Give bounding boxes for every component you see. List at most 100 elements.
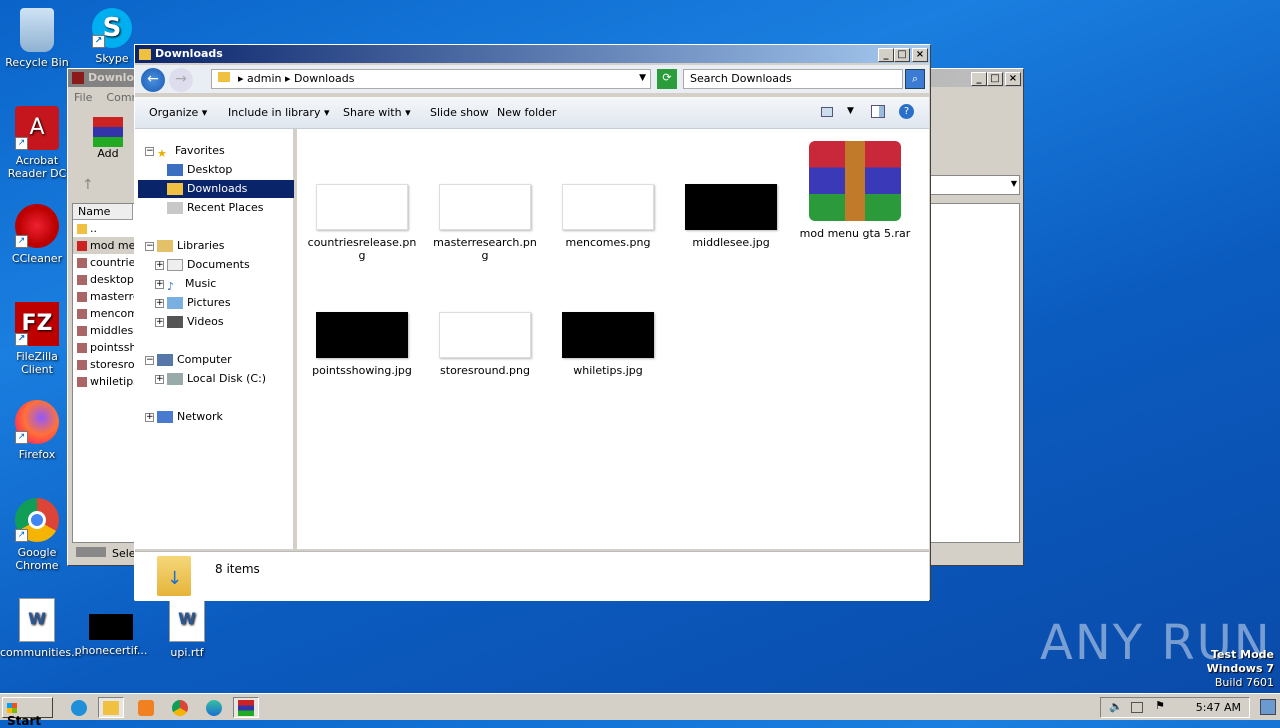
background-path-dropdown[interactable]: ▼: [930, 175, 1020, 195]
word-doc-icon[interactable]: W communities...: [0, 598, 82, 659]
help-icon[interactable]: ?: [899, 104, 914, 119]
recent-places-icon: [167, 202, 183, 214]
table-row[interactable]: countrie: [73, 254, 137, 271]
network-expand[interactable]: +: [145, 413, 154, 422]
file-item[interactable]: mencomes.png: [553, 184, 663, 249]
explorer-titlebar[interactable]: Downloads _ □ ×: [135, 45, 930, 63]
file-item[interactable]: pointsshowing.jpg: [307, 312, 417, 377]
table-row[interactable]: ..: [73, 220, 137, 237]
videos-expand[interactable]: +: [155, 318, 164, 327]
address-dropdown-icon[interactable]: ▼: [639, 73, 646, 83]
volume-icon[interactable]: 🔈: [1109, 700, 1123, 713]
close-button[interactable]: ×: [1005, 72, 1021, 86]
music-expand[interactable]: +: [155, 280, 164, 289]
up-arrow-icon[interactable]: ↑: [82, 177, 94, 193]
nav-network[interactable]: Network: [157, 408, 223, 426]
forward-button[interactable]: →: [169, 68, 193, 92]
file-item[interactable]: whiletips.jpg: [553, 312, 663, 377]
view-options-icon[interactable]: [821, 107, 833, 117]
taskbar-explorer-icon[interactable]: [98, 697, 124, 718]
show-desktop-button[interactable]: [1260, 699, 1276, 715]
file-item[interactable]: middlesee.jpg: [676, 184, 786, 249]
nav-favorites[interactable]: ★ Favorites: [157, 142, 225, 160]
chrome-label: Google Chrome: [15, 546, 59, 572]
favorites-collapse[interactable]: −: [145, 147, 154, 156]
nav-desktop[interactable]: Desktop: [167, 161, 232, 179]
menu-file[interactable]: File: [74, 91, 92, 104]
file-item[interactable]: masterresearch.png: [430, 184, 540, 262]
nav-documents[interactable]: Documents: [167, 256, 250, 274]
filezilla-icon[interactable]: FZ ↗ FileZilla Client: [0, 302, 74, 376]
pictures-expand[interactable]: +: [155, 299, 164, 308]
nav-local-disk[interactable]: Local Disk (C:): [167, 370, 266, 388]
nav-recent-places[interactable]: Recent Places: [167, 199, 264, 217]
search-icon[interactable]: ⌕: [905, 69, 925, 89]
rtf-file-icon[interactable]: W upi.rtf: [150, 598, 224, 659]
refresh-button[interactable]: ⟳: [657, 69, 677, 89]
taskbar-ie-icon[interactable]: [66, 697, 92, 718]
recycle-bin-label: Recycle Bin: [5, 56, 69, 69]
file-item[interactable]: mod menu gta 5.rar: [799, 141, 911, 240]
breadcrumb-admin[interactable]: admin: [247, 72, 281, 85]
chrome-icon[interactable]: ↗ Google Chrome: [0, 498, 74, 572]
ccleaner-icon[interactable]: ↗ CCleaner: [0, 204, 74, 265]
firefox-icon[interactable]: ↗ Firefox: [0, 400, 74, 461]
include-in-library-button[interactable]: Include in library ▾: [228, 106, 329, 119]
table-row[interactable]: mod men: [73, 237, 137, 254]
nav-pictures[interactable]: Pictures: [167, 294, 231, 312]
taskbar-winrar-icon[interactable]: [233, 697, 259, 718]
libraries-collapse[interactable]: −: [145, 242, 154, 251]
table-row[interactable]: middlese: [73, 322, 137, 339]
table-row[interactable]: pointssh: [73, 339, 137, 356]
address-box[interactable]: ▸ admin ▸ Downloads ▼: [211, 69, 651, 89]
maximize-button[interactable]: □: [987, 72, 1003, 86]
organize-button[interactable]: Organize ▾: [149, 106, 207, 119]
share-with-button[interactable]: Share with ▾: [343, 106, 411, 119]
table-row[interactable]: storesro: [73, 356, 137, 373]
search-input[interactable]: Search Downloads: [683, 69, 903, 89]
start-button[interactable]: Start: [2, 697, 53, 728]
name-column-header[interactable]: Name: [73, 204, 133, 220]
table-row[interactable]: whiletips: [73, 373, 137, 390]
maximize-button[interactable]: □: [894, 48, 910, 62]
file-item[interactable]: countriesrelease.png: [307, 184, 417, 262]
back-button[interactable]: ←: [141, 68, 165, 92]
breadcrumb-downloads[interactable]: Downloads: [294, 72, 354, 85]
nav-music[interactable]: ♪ Music: [167, 275, 216, 293]
computer-collapse[interactable]: −: [145, 356, 154, 365]
explorer-window[interactable]: Downloads _ □ × ← → ▸ admin ▸ Downloads ▼ …: [134, 44, 931, 601]
file-name: countrie: [90, 256, 136, 269]
table-row[interactable]: mencom: [73, 305, 137, 322]
command-bar: Organize ▾ Include in library ▾ Share wi…: [135, 97, 929, 129]
nav-downloads[interactable]: Downloads: [138, 180, 294, 198]
minimize-button[interactable]: _: [971, 72, 987, 86]
minimize-button[interactable]: _: [878, 48, 894, 62]
nav-computer[interactable]: Computer: [157, 351, 232, 369]
close-button[interactable]: ×: [912, 48, 928, 62]
slide-show-button[interactable]: Slide show: [430, 106, 489, 119]
jpg-thumbnail: [562, 312, 654, 358]
file-name: pointssh: [90, 341, 137, 354]
preview-pane-icon[interactable]: [871, 105, 885, 118]
taskbar-media-player-icon[interactable]: [133, 697, 159, 718]
local-disk-expand[interactable]: +: [155, 375, 164, 384]
network-tray-icon[interactable]: [1131, 702, 1143, 713]
image-file-icon[interactable]: phonecertif...: [74, 598, 148, 657]
libraries-icon: [157, 240, 173, 252]
file-item[interactable]: storesround.png: [430, 312, 540, 377]
taskbar-chrome-icon[interactable]: [167, 697, 193, 718]
clock[interactable]: 5:47 AM: [1196, 701, 1241, 714]
documents-expand[interactable]: +: [155, 261, 164, 270]
acrobat-reader-icon[interactable]: A ↗ Acrobat Reader DC: [0, 106, 74, 180]
table-row[interactable]: masterre: [73, 288, 137, 305]
action-center-flag-icon[interactable]: ⚑: [1155, 699, 1165, 712]
nav-videos[interactable]: Videos: [167, 313, 224, 331]
new-folder-button[interactable]: New folder: [497, 106, 556, 119]
taskbar-edge-icon[interactable]: [201, 697, 227, 718]
recycle-bin-icon[interactable]: Recycle Bin: [0, 8, 74, 69]
table-row[interactable]: desktop: [73, 271, 137, 288]
view-dropdown-icon[interactable]: ▼: [847, 106, 854, 116]
nav-libraries[interactable]: Libraries: [157, 237, 225, 255]
system-tray: 🔈 ⚑ 5:47 AM: [1100, 697, 1250, 718]
add-button[interactable]: Add: [90, 117, 126, 160]
